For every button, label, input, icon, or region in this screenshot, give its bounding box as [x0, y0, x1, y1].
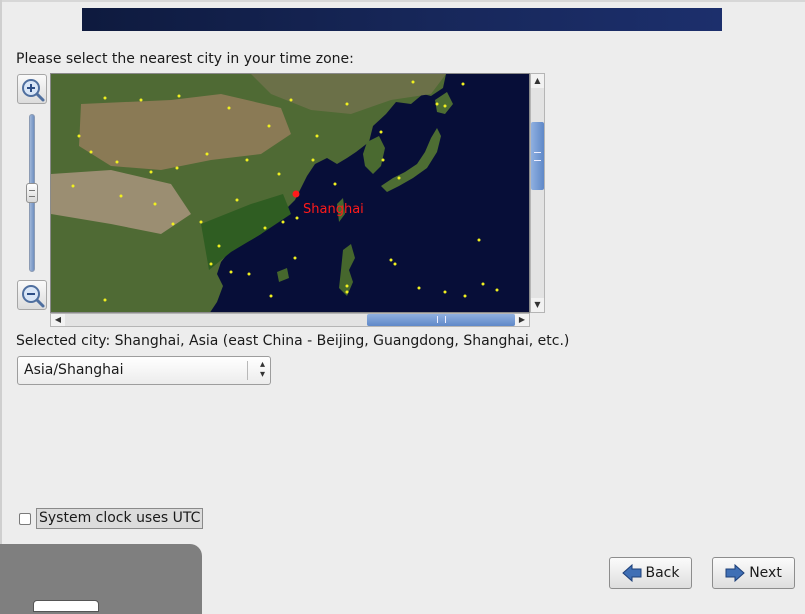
- selected-city-text: Selected city: Shanghai, Asia (east Chin…: [16, 333, 570, 349]
- next-arrow-icon: [725, 564, 745, 582]
- timezone-combo-value: Asia/Shanghai: [24, 362, 124, 378]
- vertical-scroll-thumb[interactable]: [531, 122, 544, 190]
- window-top-edge: [0, 0, 805, 2]
- back-arrow-icon: [621, 564, 641, 582]
- timezone-prompt: Please select the nearest city in your t…: [16, 51, 354, 67]
- shanghai-marker[interactable]: [292, 190, 300, 198]
- zoom-in-button[interactable]: [17, 74, 47, 104]
- timezone-combo-box[interactable]: Asia/Shanghai ▴ ▾: [17, 356, 271, 385]
- map-horizontal-scrollbar[interactable]: ◀ ▶: [50, 313, 530, 327]
- map-vertical-scrollbar[interactable]: ▲ ▼: [530, 73, 545, 313]
- header-banner: [82, 8, 722, 31]
- combo-updown-icon: ▴ ▾: [259, 359, 265, 380]
- scroll-up-arrow-icon[interactable]: ▲: [531, 74, 544, 88]
- scroll-left-arrow-icon[interactable]: ◀: [51, 314, 65, 326]
- bottom-left-panel: [0, 544, 202, 614]
- back-button-label: Back: [645, 565, 680, 581]
- shanghai-marker-label: Shanghai: [303, 202, 364, 217]
- timezone-map[interactable]: Shanghai: [50, 73, 530, 313]
- scroll-down-arrow-icon[interactable]: ▼: [531, 298, 544, 312]
- scroll-right-arrow-icon[interactable]: ▶: [515, 314, 529, 326]
- utc-checkbox-label[interactable]: System clock uses UTC: [36, 508, 204, 529]
- back-button[interactable]: Back: [609, 557, 692, 589]
- combo-separator: [247, 361, 248, 380]
- zoom-out-button[interactable]: [17, 280, 47, 310]
- zoom-slider-handle[interactable]: [26, 183, 38, 203]
- next-button[interactable]: Next: [712, 557, 795, 589]
- utc-checkbox[interactable]: [19, 513, 31, 525]
- bottom-left-tab: [33, 600, 99, 612]
- next-button-label: Next: [749, 565, 782, 581]
- zoom-out-icon: [22, 285, 45, 308]
- window-left-edge: [0, 0, 2, 606]
- zoom-in-icon: [22, 79, 45, 102]
- horizontal-scroll-thumb[interactable]: [367, 314, 515, 326]
